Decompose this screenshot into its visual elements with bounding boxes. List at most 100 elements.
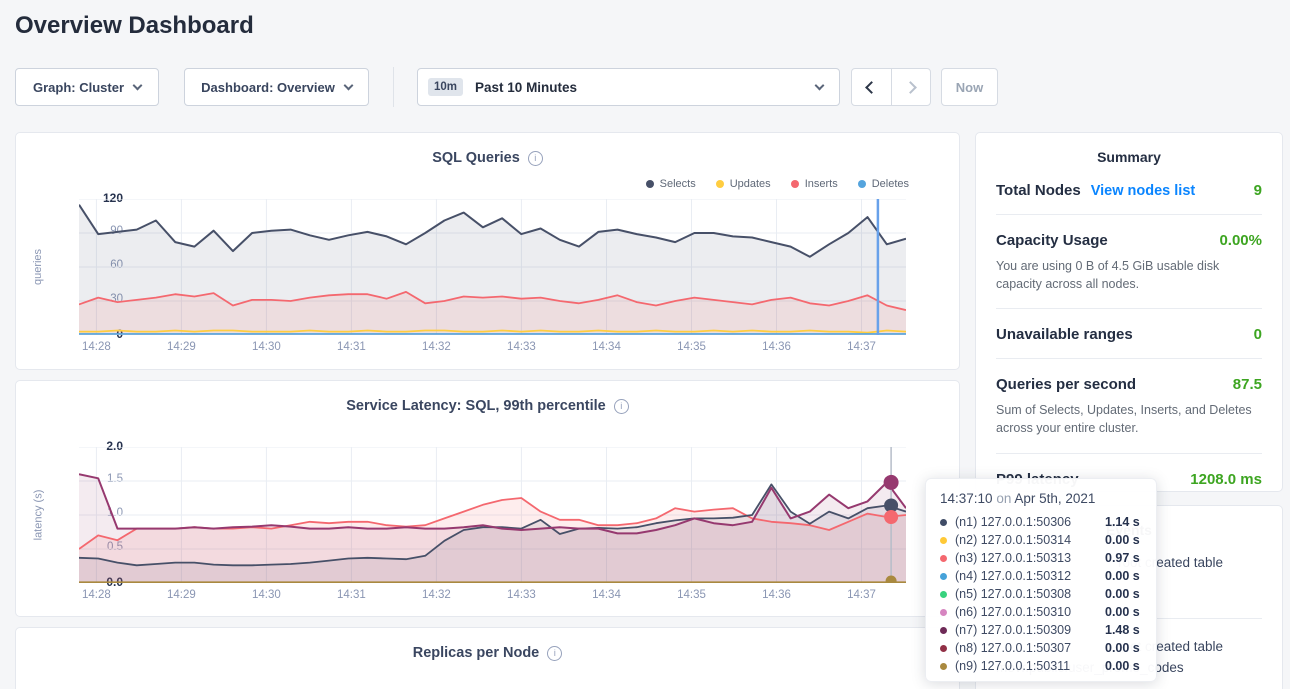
summary-label: Capacity Usage: [996, 232, 1108, 249]
node-latency-value: 0.00 s: [1105, 659, 1140, 673]
tooltip-header: 14:37:10 on Apr 5th, 2021: [940, 491, 1142, 506]
summary-value: 0.00%: [1219, 232, 1262, 249]
legend-item-updates[interactable]: Updates: [716, 178, 771, 190]
node-address: (n1) 127.0.0.1:50306: [955, 515, 1105, 529]
x-tick-label: 14:33: [499, 589, 543, 601]
summary-value: 1208.0 ms: [1190, 471, 1262, 488]
legend-item-deletes[interactable]: Deletes: [858, 178, 909, 190]
summary-label: Unavailable ranges: [996, 326, 1133, 343]
summary-row-head: Queries per second 87.5: [996, 376, 1262, 393]
node-color-dot-icon: [940, 519, 947, 526]
graph-dropdown-label: Graph: Cluster: [33, 80, 124, 95]
node-latency-value: 1.14 s: [1105, 515, 1140, 529]
info-icon[interactable]: i: [528, 151, 543, 166]
summary-label: Queries per second: [996, 376, 1136, 393]
x-tick-label: 14:32: [414, 589, 458, 601]
time-next-button[interactable]: [891, 69, 931, 105]
chevron-right-icon: [904, 81, 917, 94]
info-icon[interactable]: i: [614, 399, 629, 414]
view-nodes-list-link[interactable]: View nodes list: [1091, 183, 1196, 199]
chevron-down-icon: [815, 80, 825, 90]
node-color-dot-icon: [940, 591, 947, 598]
x-tick-label: 14:34: [584, 589, 628, 601]
node-latency-value: 0.00 s: [1105, 641, 1140, 655]
sql-queries-plot[interactable]: [79, 199, 906, 335]
service-latency-title: Service Latency: SQL, 99th percentile i: [16, 398, 959, 414]
node-address: (n9) 127.0.0.1:50311: [955, 659, 1105, 673]
time-range-badge: 10m: [428, 78, 463, 96]
dashboard-dropdown[interactable]: Dashboard: Overview: [184, 68, 369, 106]
info-icon[interactable]: i: [547, 646, 562, 661]
x-tick-label: 14:37: [840, 341, 884, 353]
service-latency-chart: [79, 447, 906, 583]
x-tick-label: 14:30: [244, 341, 288, 353]
legend-dot-icon: [716, 180, 724, 188]
x-tick-label: 14:31: [329, 341, 373, 353]
summary-row-total-nodes: Total Nodes View nodes list 9: [996, 165, 1262, 215]
node-latency-value: 0.00 s: [1105, 605, 1140, 619]
chevron-down-icon: [343, 80, 353, 90]
node-color-dot-icon: [940, 537, 947, 544]
tooltip-time: 14:37:10: [940, 491, 993, 506]
service-latency-plot[interactable]: [79, 447, 906, 583]
legend-item-selects[interactable]: Selects: [646, 178, 696, 190]
now-button[interactable]: Now: [941, 68, 998, 106]
tooltip-on-word: on: [996, 491, 1011, 506]
summary-row-head: Unavailable ranges0: [996, 326, 1262, 343]
node-address: (n4) 127.0.0.1:50312: [955, 569, 1105, 583]
service-latency-panel: Service Latency: SQL, 99th percentile i …: [15, 380, 960, 617]
graph-dropdown[interactable]: Graph: Cluster: [15, 68, 159, 106]
summary-panel: Summary Total NodesView nodes list9Capac…: [975, 132, 1283, 492]
node-latency-value: 0.00 s: [1105, 569, 1140, 583]
y-axis-name: latency (s): [30, 447, 46, 583]
time-step-buttons: [851, 68, 931, 106]
summary-description: Sum of Selects, Updates, Inserts, and De…: [996, 401, 1262, 437]
time-prev-button[interactable]: [852, 69, 891, 105]
chart-title-text: Replicas per Node: [413, 645, 540, 661]
chart-hover-tooltip: 14:37:10 on Apr 5th, 2021 (n1) 127.0.0.1…: [925, 478, 1157, 682]
chevron-left-icon: [865, 81, 878, 94]
tooltip-row: (n1) 127.0.0.1:503061.14 s: [940, 513, 1142, 531]
x-tick-label: 14:35: [669, 589, 713, 601]
node-address: (n5) 127.0.0.1:50308: [955, 587, 1105, 601]
time-range-dropdown[interactable]: 10m Past 10 Minutes: [417, 68, 840, 106]
summary-row-queries-per-second: Queries per second 87.5 Sum of Selects, Up…: [996, 359, 1262, 453]
node-color-dot-icon: [940, 627, 947, 634]
summary-rows: Total Nodes View nodes list 9 Capacity Usag…: [996, 165, 1262, 503]
y-axis-name: queries: [30, 199, 46, 335]
x-tick-label: 14:36: [754, 341, 798, 353]
x-tick-label: 14:29: [159, 341, 203, 353]
overview-dashboard-page: Overview Dashboard Graph: Cluster Dashbo…: [0, 0, 1290, 689]
tooltip-row: (n6) 127.0.0.1:503100.00 s: [940, 603, 1142, 621]
tooltip-rows: (n1) 127.0.0.1:503061.14 s(n2) 127.0.0.1…: [940, 513, 1142, 675]
replicas-per-node-panel: Replicas per Node i: [15, 627, 960, 689]
x-tick-label: 14:32: [414, 341, 458, 353]
x-tick-label: 14:28: [74, 589, 118, 601]
summary-description: You are using 0 B of 4.5 GiB usable disk…: [996, 257, 1262, 293]
dashboard-dropdown-label: Dashboard: Overview: [201, 80, 335, 95]
sql-queries-title: SQL Queries i: [16, 150, 959, 166]
tooltip-row: (n8) 127.0.0.1:503070.00 s: [940, 639, 1142, 657]
tooltip-row: (n2) 127.0.0.1:503140.00 s: [940, 531, 1142, 549]
x-tick-label: 14:28: [74, 341, 118, 353]
legend-dot-icon: [858, 180, 866, 188]
summary-label: Total Nodes: [996, 182, 1081, 199]
node-address: (n6) 127.0.0.1:50310: [955, 605, 1105, 619]
chart-title-text: Service Latency: SQL, 99th percentile: [346, 398, 606, 414]
node-address: (n2) 127.0.0.1:50314: [955, 533, 1105, 547]
legend-item-inserts[interactable]: Inserts: [791, 178, 838, 190]
legend-dot-icon: [791, 180, 799, 188]
summary-value: 9: [1254, 182, 1262, 199]
node-address: (n7) 127.0.0.1:50309: [955, 623, 1105, 637]
sql-queries-panel: SQL Queries i Selects Updates Inserts Delet…: [15, 132, 960, 370]
tooltip-row: (n4) 127.0.0.1:503120.00 s: [940, 567, 1142, 585]
tooltip-row: (n7) 127.0.0.1:503091.48 s: [940, 621, 1142, 639]
toolbar-divider: [393, 67, 394, 107]
x-tick-label: 14:37: [840, 589, 884, 601]
summary-value: 87.5: [1233, 376, 1262, 393]
page-title: Overview Dashboard: [15, 12, 254, 40]
x-tick-label: 14:34: [584, 341, 628, 353]
chart-title-text: SQL Queries: [432, 150, 520, 166]
sql-legend: Selects Updates Inserts Deletes: [646, 178, 909, 190]
summary-row-head: Total Nodes View nodes list 9: [996, 182, 1262, 199]
